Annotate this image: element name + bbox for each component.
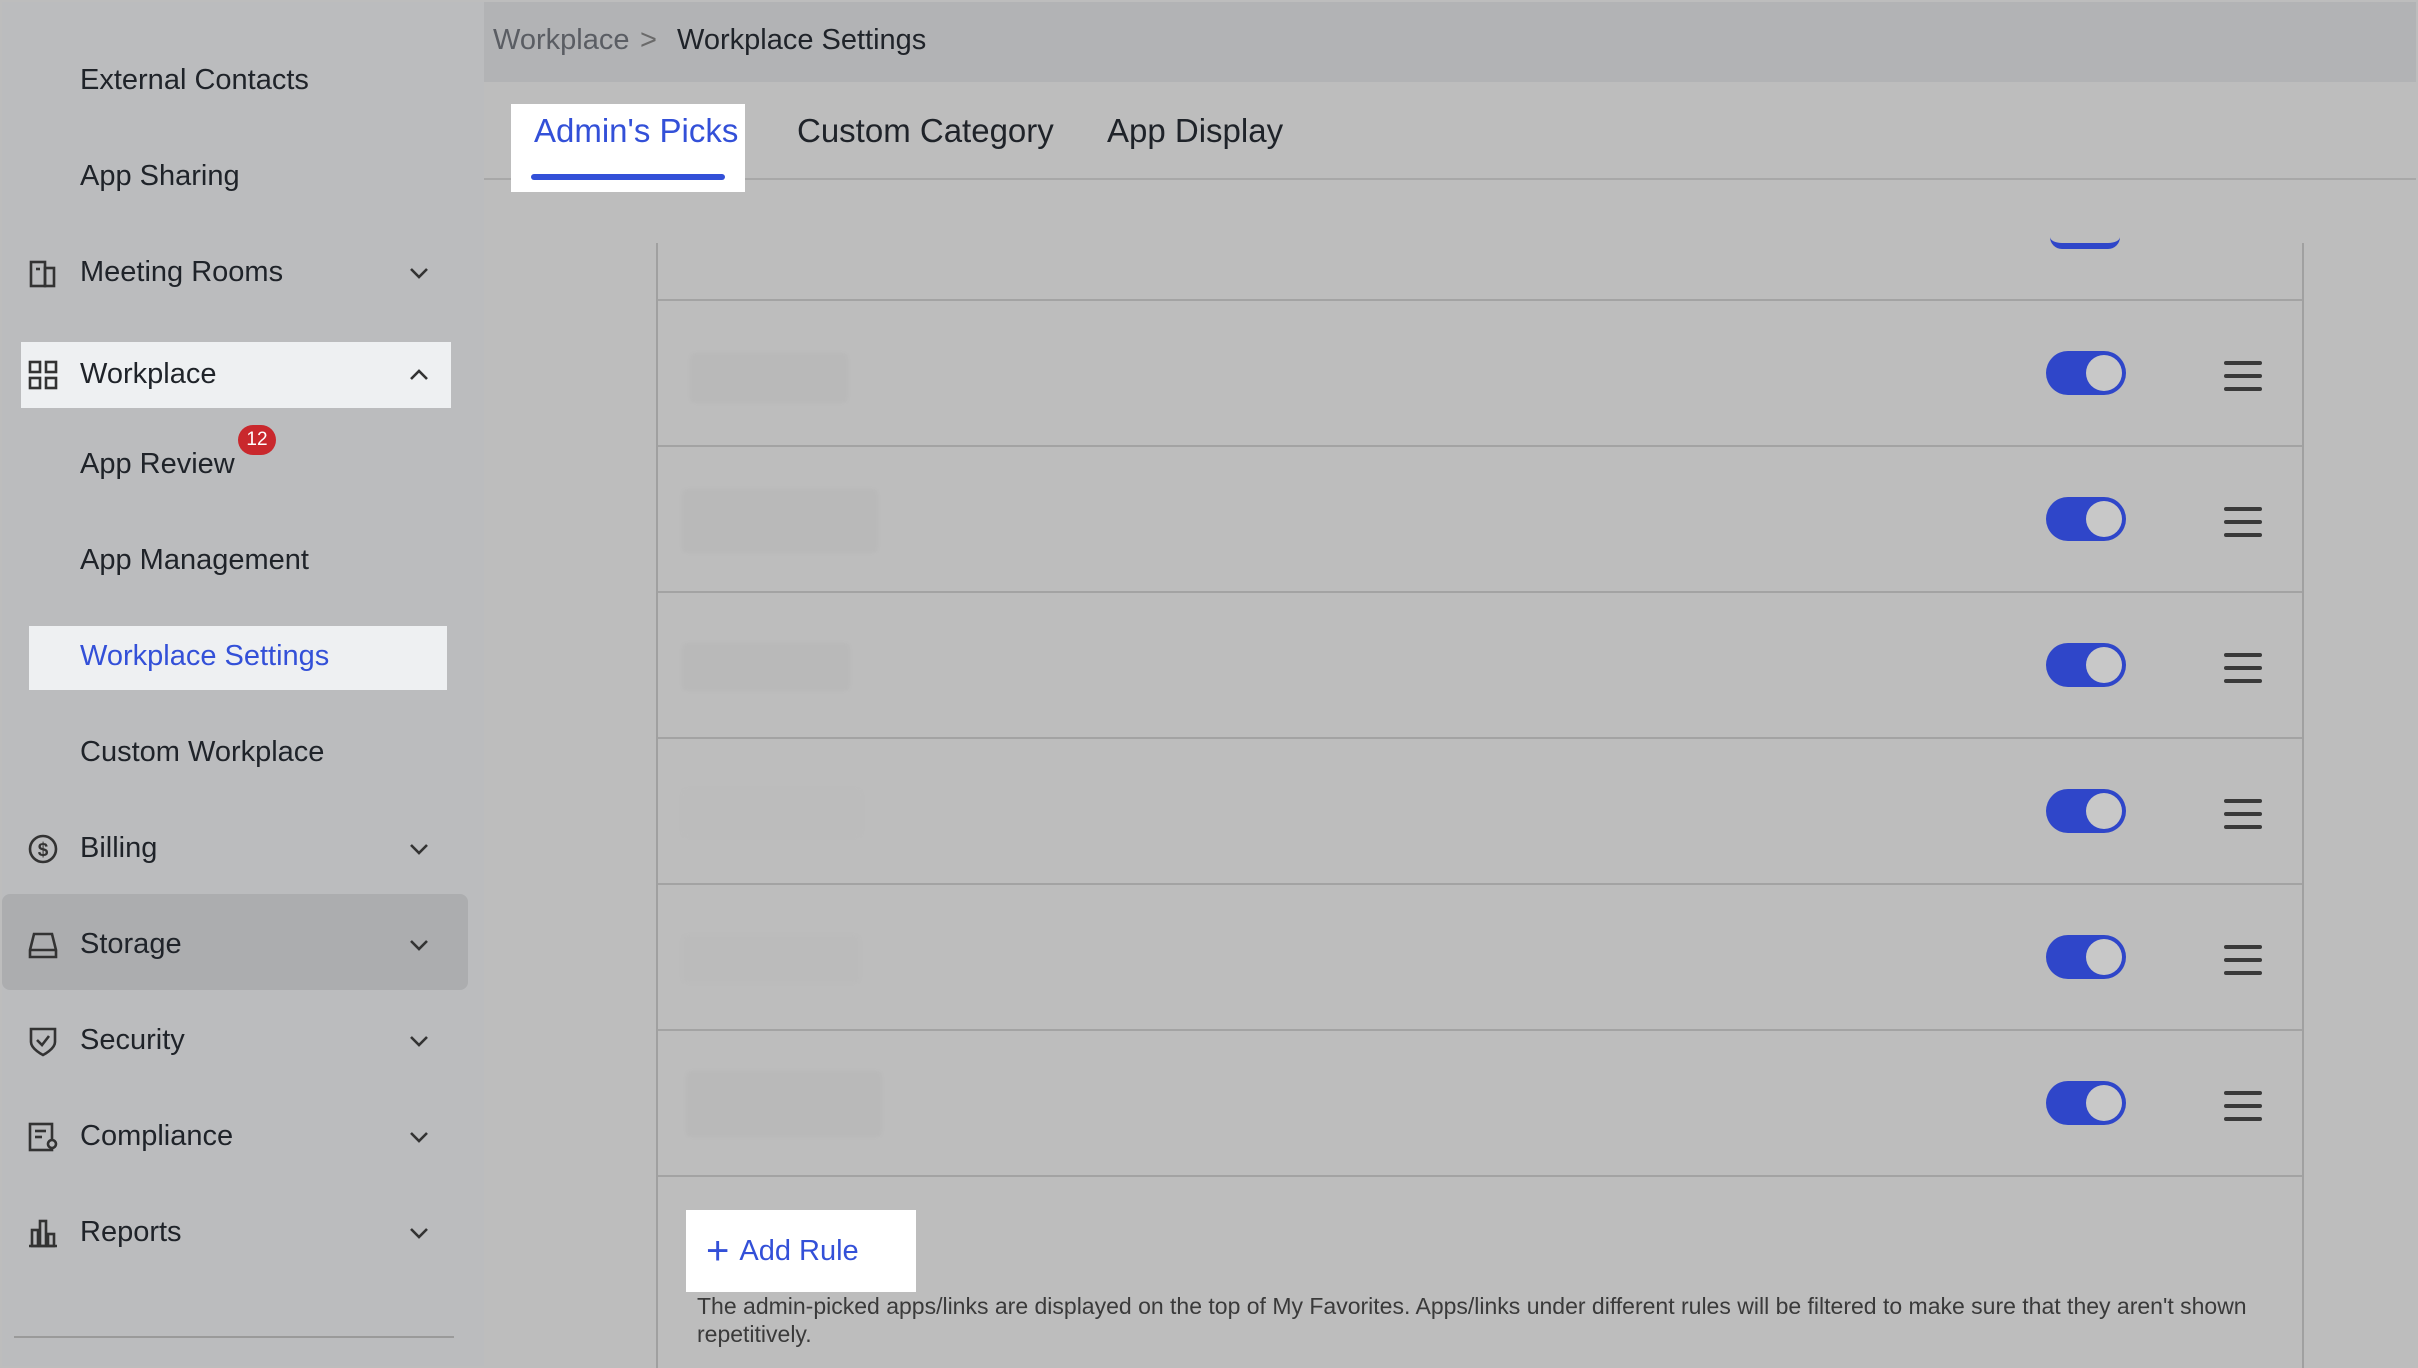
drag-handle-icon[interactable] [2224, 945, 2262, 975]
blurred-rule-name [682, 789, 862, 837]
blurred-rule-name [682, 643, 850, 691]
sidebar-item-storage[interactable]: Storage [2, 912, 484, 976]
tab-bar: Admin's Picks Custom Category App Displa… [484, 82, 2416, 192]
drag-handle-icon[interactable] [2224, 799, 2262, 829]
shield-icon [29, 1027, 57, 1057]
sidebar-item-label: App Management [80, 543, 309, 576]
help-text: The admin-picked apps/links are displaye… [697, 1293, 2247, 1347]
chevron-up-icon [410, 369, 428, 380]
rule-row [658, 299, 2302, 445]
bar-chart-icon [29, 1219, 57, 1248]
breadcrumb-current: Workplace Settings [677, 24, 927, 56]
sidebar-item-label: Reports [80, 1215, 182, 1248]
sidebar-item-reports[interactable]: Reports [2, 1200, 484, 1264]
sidebar-item-custom-workplace[interactable]: Custom Workplace [2, 720, 484, 784]
sidebar-item-billing[interactable]: $ Billing [2, 816, 484, 880]
breadcrumb-separator: > [640, 24, 657, 56]
tab-admins-picks[interactable]: Admin's Picks [534, 112, 738, 150]
sidebar: External Contacts App Sharing Meeting Ro… [2, 2, 484, 1366]
sidebar-item-label: Meeting Rooms [80, 255, 284, 288]
sidebar-item-workplace[interactable]: Workplace [2, 342, 484, 406]
chevron-down-icon [410, 1228, 428, 1239]
row-divider [658, 1175, 2302, 1177]
tab-app-display[interactable]: App Display [1107, 112, 1283, 150]
storage-icon [28, 932, 58, 959]
sidebar-item-label: App Review [80, 447, 235, 480]
notification-badge: 12 [238, 425, 276, 455]
rule-row [658, 737, 2302, 883]
tab-custom-category[interactable]: Custom Category [797, 112, 1054, 150]
rule-toggle[interactable] [2046, 643, 2126, 687]
chevron-down-icon [410, 844, 428, 855]
rule-row [658, 445, 2302, 591]
sidebar-item-meeting-rooms[interactable]: Meeting Rooms [2, 240, 484, 304]
rule-toggle[interactable] [2046, 497, 2126, 541]
dollar-icon: $ [28, 834, 58, 864]
sidebar-item-label: App Sharing [80, 159, 240, 192]
sidebar-item-label: Workplace [80, 357, 217, 390]
chevron-down-icon [410, 268, 428, 279]
rule-row [658, 1029, 2302, 1175]
rules-panel [656, 243, 2304, 1368]
sidebar-item-workplace-settings[interactable]: Workplace Settings [2, 624, 484, 688]
drag-handle-icon[interactable] [2224, 653, 2262, 683]
sidebar-item-label: Security [80, 1023, 185, 1056]
breadcrumb: Workplace > Workplace Settings [484, 2, 2416, 82]
sidebar-item-app-sharing[interactable]: App Sharing [2, 144, 484, 208]
partial-toggle[interactable] [2050, 235, 2120, 249]
sidebar-item-label: Workplace Settings [80, 639, 330, 672]
drag-handle-icon[interactable] [2224, 507, 2262, 537]
rule-toggle[interactable] [2046, 789, 2126, 833]
building-icon [29, 260, 56, 288]
sidebar-item-label: Custom Workplace [80, 735, 325, 768]
add-rule-button[interactable]: + Add Rule [686, 1210, 916, 1292]
chevron-down-icon [410, 1036, 428, 1047]
drag-handle-icon[interactable] [2224, 1091, 2262, 1121]
blurred-rule-name [682, 489, 878, 553]
rule-row [658, 883, 2302, 1029]
sidebar-item-label: Storage [80, 927, 182, 960]
breadcrumb-parent[interactable]: Workplace [493, 24, 629, 57]
sidebar-item-app-management[interactable]: App Management [2, 528, 484, 592]
add-rule-label: Add Rule [739, 1234, 859, 1267]
sidebar-divider [14, 1336, 454, 1338]
sidebar-item-external-contacts[interactable]: External Contacts [2, 48, 484, 112]
compliance-icon [28, 1122, 58, 1152]
drag-handle-icon[interactable] [2224, 361, 2262, 391]
rule-row [658, 591, 2302, 737]
chevron-down-icon [410, 1132, 428, 1143]
sidebar-item-label: Billing [80, 831, 158, 864]
tab-active-indicator [531, 174, 725, 180]
sidebar-item-security[interactable]: Security [2, 1008, 484, 1072]
sidebar-item-label: External Contacts [80, 63, 309, 96]
grid-icon [28, 360, 58, 390]
svg-text:$: $ [38, 840, 49, 861]
rule-toggle[interactable] [2046, 1081, 2126, 1125]
rule-toggle[interactable] [2046, 935, 2126, 979]
blurred-rule-name [682, 935, 860, 983]
sidebar-item-compliance[interactable]: Compliance [2, 1104, 484, 1168]
blurred-rule-name [686, 1071, 882, 1137]
sidebar-item-label: Compliance [80, 1119, 234, 1152]
rule-toggle[interactable] [2046, 351, 2126, 395]
blurred-rule-name [690, 353, 848, 403]
plus-icon: + [706, 1229, 730, 1273]
chevron-down-icon [410, 940, 428, 951]
